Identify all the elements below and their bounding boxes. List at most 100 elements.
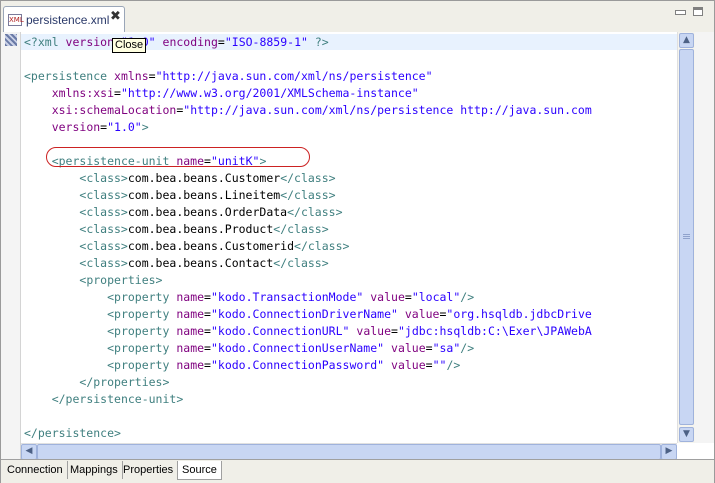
code-token: <property [107, 341, 177, 355]
code-line[interactable]: <?xml version="1.0" encoding="ISO-8859-1… [24, 34, 592, 51]
tab-source[interactable]: Source [177, 461, 222, 480]
code-line[interactable]: xsi:schemaLocation="http://java.sun.com/… [24, 102, 592, 119]
tab-properties[interactable]: Properties [119, 461, 179, 479]
code-line[interactable] [24, 408, 592, 425]
scroll-down-button[interactable]: ▼ [679, 427, 694, 442]
code-token: "http://java.sun.com/xml/ns/persistence … [183, 103, 592, 117]
code-line[interactable]: <class>com.bea.beans.Customerid</class> [24, 238, 592, 255]
code-token: xmlns:xsi [51, 86, 115, 100]
grip-icon [683, 234, 690, 240]
scroll-up-icon: ▲ [683, 35, 690, 45]
code-token: /> [446, 358, 461, 372]
code-token: <property [107, 307, 177, 321]
code-line[interactable]: <class>com.bea.beans.Contact</class> [24, 255, 592, 272]
code-token: = [425, 358, 433, 372]
scroll-left-button[interactable]: ◀ [21, 444, 37, 460]
tab-mappings[interactable]: Mappings [66, 461, 123, 479]
code-line[interactable]: <class>com.bea.beans.Customer</class> [24, 170, 592, 187]
xml-file-icon-label: XML [9, 16, 24, 24]
code-token: <class> [79, 171, 128, 185]
code-token: com.bea.beans.Customer [127, 171, 281, 185]
code-token: <?xml [24, 35, 66, 49]
code-token: </class> [280, 171, 336, 185]
code-line[interactable]: version="1.0"> [24, 119, 592, 136]
code-token: </class> [273, 256, 329, 270]
code-token: <properties> [79, 273, 163, 287]
code-token: = [204, 307, 211, 321]
code-token: "kodo.ConnectionDriverName" [210, 307, 398, 321]
xml-source-code[interactable]: <?xml version="1.0" encoding="ISO-8859-1… [24, 34, 592, 442]
code-line[interactable]: <properties> [24, 272, 592, 289]
code-line[interactable]: </persistence> [24, 425, 592, 442]
code-token: name [176, 290, 205, 304]
code-token: com.bea.beans.OrderData [127, 205, 288, 219]
code-token: xmlns [114, 69, 149, 83]
code-line[interactable]: <persistence xmlns="http://java.sun.com/… [24, 68, 592, 85]
code-line[interactable]: <property name="kodo.ConnectionURL" valu… [24, 323, 592, 340]
code-token: "1.0" [107, 120, 142, 134]
minimize-view-button[interactable] [675, 10, 686, 15]
code-line[interactable]: <property name="kodo.ConnectionPassword"… [24, 357, 592, 374]
editor-tab-bar: XML persistence.xml ✖ [1, 1, 714, 33]
vertical-scroll-thumb[interactable] [679, 49, 694, 425]
scroll-down-icon: ▼ [683, 429, 690, 439]
code-token: name [176, 358, 205, 372]
editor-tab-label: persistence.xml [26, 13, 110, 27]
code-token: encoding [162, 35, 218, 49]
highlight-annotation-oval [46, 147, 310, 167]
code-line[interactable]: <class>com.bea.beans.Lineitem</class> [24, 187, 592, 204]
tab-connection[interactable]: Connection [3, 461, 68, 479]
code-token: "jdbc:hsqldb:C:\Exer\JPAWebA [397, 324, 592, 338]
editor-page-tabs: Connection Mappings Properties Source [1, 459, 714, 483]
code-token: version [65, 35, 115, 49]
code-line[interactable]: <class>com.bea.beans.Product</class> [24, 221, 592, 238]
code-token: </properties> [79, 375, 170, 389]
code-line[interactable]: <property name="kodo.TransactionMode" va… [24, 289, 592, 306]
vertical-scrollbar[interactable]: ▲ ▼ [677, 32, 695, 443]
horizontal-scroll-thumb[interactable] [37, 444, 661, 460]
close-tooltip: Close [112, 38, 147, 53]
code-token: <property [107, 290, 177, 304]
code-token: value [404, 307, 440, 321]
maximize-view-button[interactable] [693, 7, 703, 16]
code-token: value [370, 290, 405, 304]
horizontal-scrollbar[interactable]: ◀ ▶ [21, 443, 677, 460]
code-token: "org.hsqldb.jdbcDrive [446, 307, 592, 321]
code-token: "http://java.sun.com/xml/ns/persistence" [155, 69, 433, 83]
code-token: = [425, 341, 433, 355]
code-token: = [204, 341, 211, 355]
source-editor[interactable]: <?xml version="1.0" encoding="ISO-8859-1… [21, 32, 677, 443]
code-token: <class> [79, 205, 128, 219]
code-line[interactable]: <property name="kodo.ConnectionUserName"… [24, 340, 592, 357]
code-token: </persistence> [24, 426, 121, 440]
code-line[interactable]: </properties> [24, 374, 592, 391]
code-token: com.bea.beans.Product [127, 222, 274, 236]
code-line[interactable]: <property name="kodo.ConnectionDriverNam… [24, 306, 592, 323]
scroll-right-button[interactable]: ▶ [661, 444, 677, 460]
code-line[interactable] [24, 51, 592, 68]
code-token: name [176, 324, 205, 338]
code-line[interactable]: xmlns:xsi="http://www.w3.org/2001/XMLSch… [24, 85, 592, 102]
editor-tab-persistence-xml[interactable]: XML persistence.xml ✖ [3, 6, 125, 32]
code-token: com.bea.beans.Customerid [127, 239, 295, 253]
code-line[interactable]: </persistence-unit> [24, 391, 592, 408]
code-token: </class> [280, 188, 336, 202]
close-icon[interactable]: ✖ [110, 10, 121, 24]
scroll-up-button[interactable]: ▲ [679, 33, 694, 48]
overview-ruler [695, 32, 714, 443]
code-token: </persistence-unit> [51, 392, 184, 406]
code-line[interactable]: <class>com.bea.beans.OrderData</class> [24, 204, 592, 221]
code-token: <class> [79, 256, 128, 270]
